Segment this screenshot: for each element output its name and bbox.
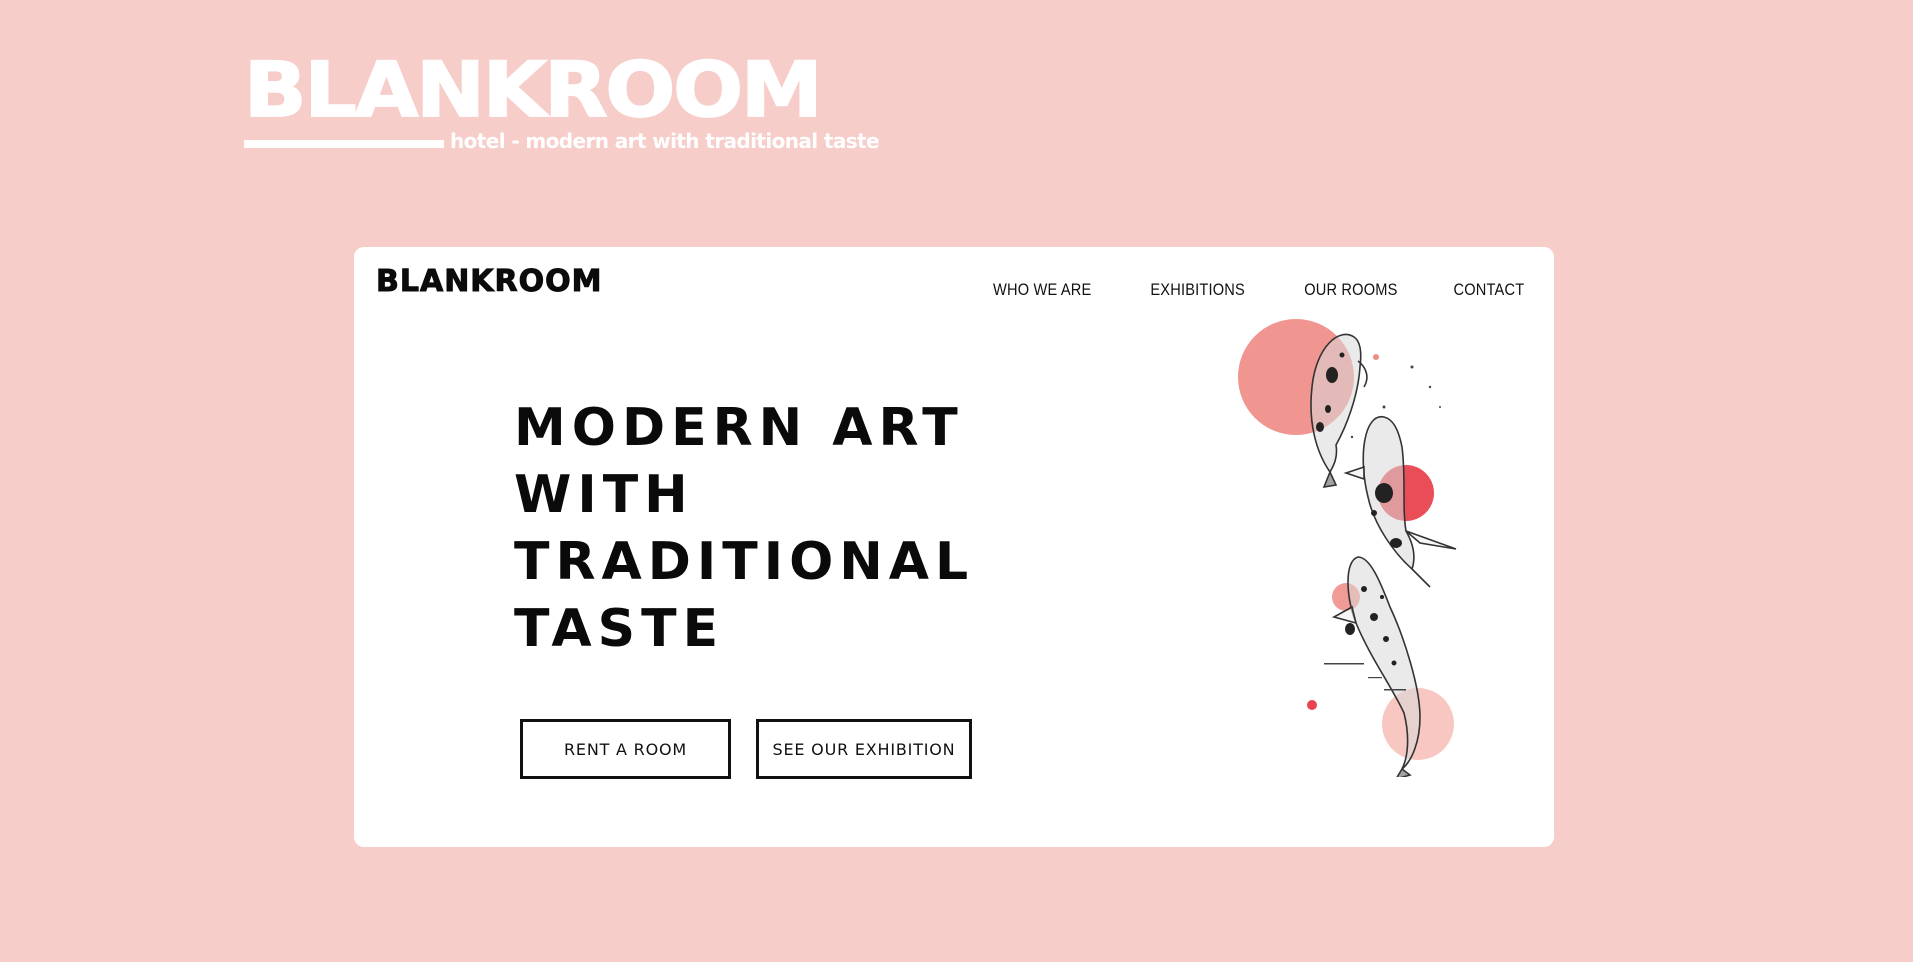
rent-room-button[interactable]: RENT A ROOM <box>520 719 731 779</box>
koi-fish-illustration <box>1238 319 1457 777</box>
nav-who-we-are[interactable]: WHO WE ARE <box>993 279 1091 301</box>
headline-line-1: MODERN ART <box>514 398 964 458</box>
headline-line-2: WITH <box>514 465 694 525</box>
headline-line-3: TRADITIONAL <box>514 532 975 592</box>
nav-contact[interactable]: CONTACT <box>1453 279 1524 301</box>
hero-headline: MODERN ART WITH TRADITIONAL TASTE <box>514 395 1034 663</box>
headline-line-4: TASTE <box>514 599 725 659</box>
nav-exhibitions[interactable]: EXHIBITIONS <box>1151 279 1246 301</box>
hero-tagline: hotel - modern art with traditional tast… <box>450 129 880 153</box>
see-exhibition-button[interactable]: SEE OUR EXHIBITION <box>756 719 972 779</box>
main-nav: WHO WE ARE EXHIBITIONS OUR ROOMS CONTACT <box>977 279 1524 301</box>
hero-underline <box>244 140 444 148</box>
koi-fish-top <box>1310 333 1368 489</box>
nav-our-rooms[interactable]: OUR ROOMS <box>1304 279 1397 301</box>
hero-wordmark: BLANKROOM <box>243 46 824 135</box>
site-logo[interactable]: BLANKROOM <box>376 264 603 299</box>
tiny-red-dot <box>1307 700 1317 710</box>
tiny-pink-dot <box>1373 354 1379 360</box>
hero-brand: BLANKROOM hotel - modern art with tradit… <box>243 46 880 156</box>
landing-card: BLANKROOM WHO WE ARE EXHIBITIONS OUR ROO… <box>354 247 1554 847</box>
